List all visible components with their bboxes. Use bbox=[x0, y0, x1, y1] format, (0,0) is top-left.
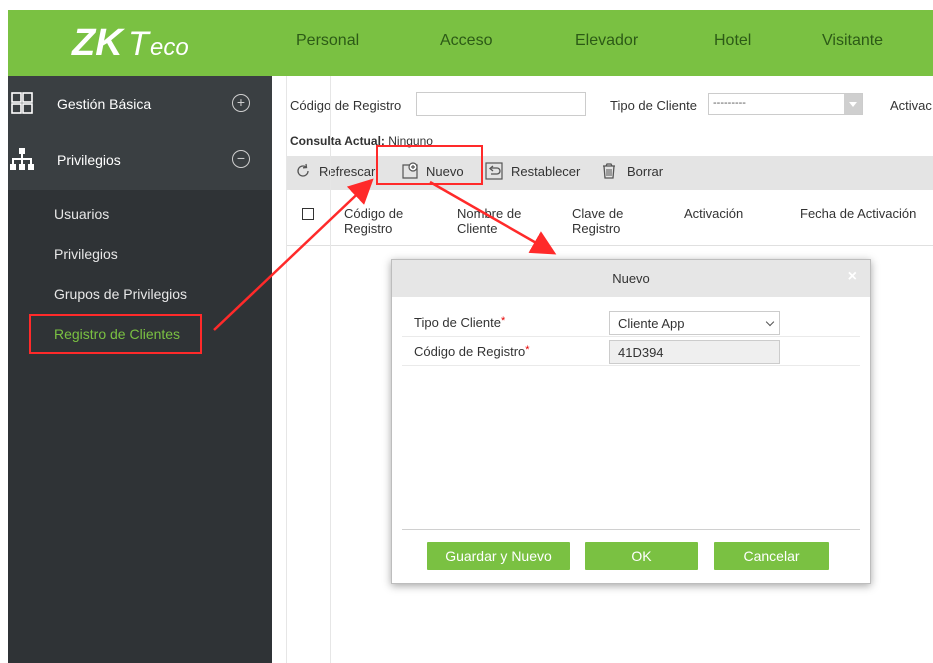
sidebar-item-usuarios[interactable]: Usuarios bbox=[54, 206, 109, 222]
chevron-down-icon bbox=[765, 317, 775, 327]
tipo-cliente-label: Tipo de Cliente* bbox=[414, 315, 506, 330]
table-header: Código de Registro Nombre de Cliente Cla… bbox=[286, 194, 933, 246]
dropdown-arrow-icon bbox=[844, 94, 862, 114]
sidebar-submenu: Usuarios Privilegios Grupos de Privilegi… bbox=[8, 190, 272, 663]
filter-codigo-label: Código de Registro bbox=[290, 98, 402, 113]
zkteco-logo[interactable]: ZK T eco bbox=[70, 21, 230, 63]
column-header-activacion[interactable]: Activación bbox=[684, 206, 743, 221]
delete-icon[interactable] bbox=[600, 162, 618, 180]
borrar-button[interactable]: Borrar bbox=[627, 164, 663, 179]
highlight-registro-de-clientes bbox=[29, 314, 202, 354]
expand-icon[interactable]: + bbox=[232, 94, 250, 112]
tipo-cliente-dropdown[interactable]: Cliente App bbox=[609, 311, 780, 335]
dialog-header: Nuevo × bbox=[392, 260, 870, 297]
dialog-title: Nuevo bbox=[612, 271, 650, 286]
column-header-fecha[interactable]: Fecha de Activación bbox=[800, 206, 916, 221]
ok-button[interactable]: OK bbox=[585, 542, 698, 570]
tipo-cliente-value: --------- bbox=[713, 97, 746, 109]
codigo-registro-field: 41D394 bbox=[609, 340, 780, 364]
nav-visitante[interactable]: Visitante bbox=[822, 32, 883, 50]
filter-tipo-label: Tipo de Cliente bbox=[610, 98, 697, 113]
refresh-icon[interactable] bbox=[294, 162, 312, 180]
nav-elevador[interactable]: Elevador bbox=[575, 32, 638, 50]
tipo-cliente-selected: Cliente App bbox=[618, 316, 685, 331]
sidebar-item-grupos-de-privilegios[interactable]: Grupos de Privilegios bbox=[54, 286, 187, 302]
select-all-checkbox[interactable] bbox=[302, 208, 314, 220]
restablecer-button[interactable]: Restablecer bbox=[511, 164, 580, 179]
collapse-icon[interactable]: − bbox=[232, 150, 250, 168]
cancelar-button[interactable]: Cancelar bbox=[714, 542, 829, 570]
consulta-label: Consulta Actual: bbox=[290, 134, 385, 148]
svg-text:ZK: ZK bbox=[71, 22, 125, 63]
column-divider bbox=[286, 76, 287, 663]
sidebar-item-privilegios[interactable]: Privilegios bbox=[54, 246, 118, 262]
column-header-nombre[interactable]: Nombre de Cliente bbox=[457, 206, 521, 236]
column-header-clave[interactable]: Clave de Registro bbox=[572, 206, 623, 236]
org-chart-icon bbox=[10, 148, 34, 170]
nav-acceso[interactable]: Acceso bbox=[440, 32, 492, 50]
guardar-y-nuevo-button[interactable]: Guardar y Nuevo bbox=[427, 542, 570, 570]
sidebar: Gestión Básica + Privilegios − Usuarios … bbox=[8, 76, 272, 663]
close-icon[interactable]: × bbox=[848, 268, 857, 286]
top-bar: ZK T eco Personal Acceso Elevador Hotel … bbox=[8, 10, 933, 76]
tipo-cliente-select[interactable]: --------- bbox=[708, 93, 863, 115]
sidebar-section-gestion-basica[interactable]: Gestión Básica + bbox=[8, 78, 272, 134]
column-divider bbox=[330, 76, 331, 663]
refrescar-button[interactable]: Refrescar bbox=[319, 164, 375, 179]
nuevo-dialog: Nuevo × Tipo de Cliente* Cliente App Cód… bbox=[391, 259, 871, 584]
nav-hotel[interactable]: Hotel bbox=[714, 32, 751, 50]
nav-personal[interactable]: Personal bbox=[296, 32, 359, 50]
column-header-codigo[interactable]: Código de Registro bbox=[344, 206, 403, 236]
codigo-registro-input[interactable] bbox=[416, 92, 586, 116]
svg-text:T: T bbox=[128, 25, 151, 63]
sidebar-section-privilegios[interactable]: Privilegios − bbox=[8, 134, 272, 190]
required-mark: * bbox=[500, 315, 506, 327]
sidebar-section-label: Gestión Básica bbox=[57, 96, 152, 112]
undo-icon[interactable] bbox=[485, 162, 503, 180]
form-row-codigo-registro: Código de Registro* 41D394 bbox=[402, 338, 860, 366]
highlight-nuevo bbox=[376, 145, 483, 185]
dialog-footer-divider bbox=[402, 529, 860, 530]
filter-activacion-label: Activac bbox=[890, 98, 932, 113]
grid-icon bbox=[11, 92, 33, 114]
codigo-registro-label: Código de Registro* bbox=[414, 344, 530, 359]
sidebar-section-label: Privilegios bbox=[57, 152, 121, 168]
required-mark: * bbox=[525, 344, 530, 356]
svg-text:eco: eco bbox=[150, 34, 189, 61]
form-row-tipo-cliente: Tipo de Cliente* Cliente App bbox=[402, 309, 860, 337]
